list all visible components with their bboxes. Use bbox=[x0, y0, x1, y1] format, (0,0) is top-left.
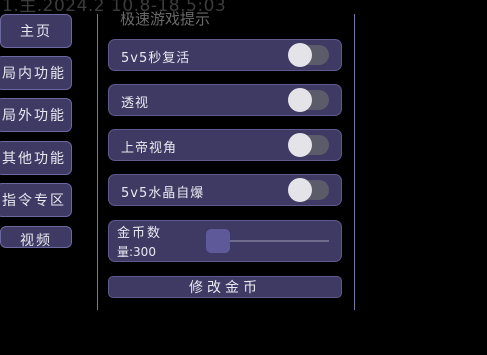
toggle-switch-5v5-revive[interactable] bbox=[288, 43, 329, 67]
modify-coins-button[interactable]: 修改金币 bbox=[108, 276, 342, 298]
toggle-switch-god-view[interactable] bbox=[288, 133, 329, 157]
coin-slider-row: 金币数 量:300 bbox=[108, 220, 342, 262]
sidebar-item-in-game[interactable]: 局内功能 bbox=[0, 56, 72, 90]
toggle-label: 上帝视角 bbox=[121, 141, 178, 156]
toggle-label: 5v5水晶自爆 bbox=[121, 186, 205, 201]
toggle-row-xray: 透视 bbox=[108, 84, 342, 116]
toggle-row-crystal-explode: 5v5水晶自爆 bbox=[108, 174, 342, 206]
sidebar-item-out-game[interactable]: 局外功能 bbox=[0, 98, 72, 132]
toggle-switch-xray[interactable] bbox=[288, 88, 329, 112]
coin-label: 金币数 bbox=[117, 226, 163, 241]
toggle-knob bbox=[288, 178, 312, 202]
coin-amount-label: 量:300 bbox=[117, 245, 156, 259]
sidebar-item-home[interactable]: 主页 bbox=[0, 14, 72, 48]
coin-slider-track[interactable] bbox=[217, 240, 329, 242]
sidebar-item-video[interactable]: 视频 bbox=[0, 226, 72, 249]
sidebar-item-other[interactable]: 其他功能 bbox=[0, 141, 72, 175]
toggle-knob bbox=[288, 43, 312, 67]
app-window: 1.主.2024.2 10.8-18.5:03 极速游戏提示 主页 局内功能 局… bbox=[0, 0, 487, 355]
toggle-label: 透视 bbox=[121, 96, 150, 111]
toggle-knob bbox=[288, 133, 312, 157]
sidebar-item-commands[interactable]: 指令专区 bbox=[0, 183, 72, 217]
toggle-switch-crystal-explode[interactable] bbox=[288, 178, 329, 202]
toggle-row-5v5-revive: 5v5秒复活 bbox=[108, 39, 342, 71]
toggle-knob bbox=[288, 88, 312, 112]
toggle-label: 5v5秒复活 bbox=[121, 51, 191, 66]
toggle-row-god-view: 上帝视角 bbox=[108, 129, 342, 161]
coin-slider-thumb[interactable] bbox=[206, 229, 230, 253]
